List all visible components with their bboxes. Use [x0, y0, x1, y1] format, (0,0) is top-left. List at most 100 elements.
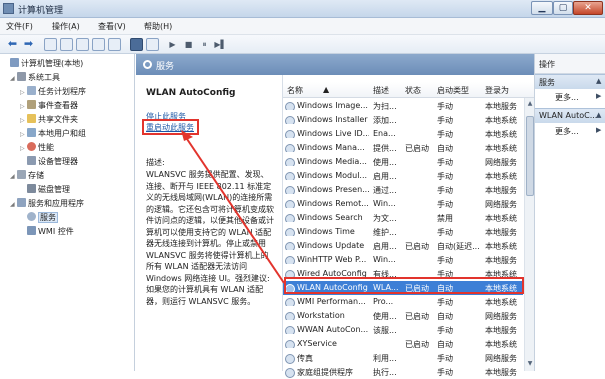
service-desc-cell: 通过...	[373, 186, 397, 195]
service-desc-cell: Pro...	[373, 297, 394, 306]
service-startup-cell: 手动	[437, 200, 453, 209]
tree-item-performance[interactable]: ▷ 性能	[20, 142, 54, 155]
gear-icon	[143, 60, 152, 69]
column-header-startup-type[interactable]: 启动类型	[437, 85, 469, 96]
tree-item-label: 服务和应用程序	[28, 199, 84, 208]
table-row[interactable]: 家庭组提供程序 执行... 手动 本地服务	[283, 365, 523, 379]
table-row[interactable]: Windows Presen... 通过... 手动 本地服务	[283, 183, 523, 197]
actions-group-wlan[interactable]: WLAN AutoC... ▲	[535, 108, 605, 123]
tree-item-disk-management[interactable]: 磁盘管理	[20, 184, 70, 197]
service-startup-cell: 手动	[437, 228, 453, 237]
tree-item-services-and-apps[interactable]: ◢ 服务和应用程序	[10, 198, 84, 211]
table-row[interactable]: Windows Modul... 启用... 手动 本地系统	[283, 169, 523, 183]
tree-item-event-viewer[interactable]: ▷ 事件查看器	[20, 100, 78, 113]
column-header-logon-as[interactable]: 登录为	[485, 85, 509, 96]
tree-expander[interactable]: ▷	[20, 103, 27, 110]
table-row[interactable]: Windows Live ID... Ena... 手动 本地系统	[283, 127, 523, 141]
table-row[interactable]: WWAN AutoCon... 该服... 手动 本地服务	[283, 323, 523, 337]
table-row[interactable]: 传真 利用... 手动 网络服务	[283, 351, 523, 365]
service-name-cell: Windows Image...	[285, 101, 369, 110]
table-row[interactable]: Windows Installer 添加... 手动 本地系统	[283, 113, 523, 127]
tree-expander[interactable]: ▷	[20, 145, 27, 152]
refresh-icon[interactable]	[92, 38, 105, 51]
table-row[interactable]: Windows Time 维护... 手动 本地服务	[283, 225, 523, 239]
show-tree-icon[interactable]	[60, 38, 73, 51]
collapse-icon[interactable]: ▲	[596, 111, 601, 119]
export-list-icon[interactable]	[108, 38, 121, 51]
service-status-cell: 已启动	[405, 242, 429, 251]
table-row[interactable]: Windows Mana... 提供... 已启动 自动 本地系统	[283, 141, 523, 155]
close-button[interactable]: ✕	[573, 1, 603, 15]
service-desc-cell: 维护...	[373, 228, 397, 237]
more-actions-link[interactable]: 更多...	[555, 92, 579, 103]
scroll-up-icon[interactable]: ▲	[526, 100, 534, 108]
service-logon-cell: 本地服务	[485, 256, 517, 265]
tree-expander[interactable]: ▷	[20, 117, 27, 124]
scroll-down-icon[interactable]: ▼	[526, 360, 534, 368]
table-row[interactable]: Windows Remot... Win... 手动 网络服务	[283, 197, 523, 211]
minimize-button[interactable]: ▁	[531, 1, 553, 15]
column-header-status[interactable]: 状态	[405, 85, 421, 96]
table-row[interactable]: XYService 已启动 自动 本地系统	[283, 337, 523, 351]
help-icon[interactable]	[130, 38, 143, 51]
tree-expander[interactable]: ◢	[10, 201, 17, 208]
restart-service-icon[interactable]: ▶▌	[214, 38, 227, 51]
tree-item-label: 服务	[38, 212, 58, 223]
tree-item-label: 事件查看器	[38, 101, 78, 110]
tree-item-storage[interactable]: ◢ 存储	[10, 170, 44, 183]
computer-management-icon	[3, 3, 14, 14]
tree-item-shared-folders[interactable]: ▷ 共享文件夹	[20, 114, 78, 127]
service-description: WLANSVC 服务提供配置、发现、连接、断开与 IEEE 802.11 标准定…	[146, 170, 274, 306]
menu-help[interactable]: 帮助(H)	[144, 21, 172, 32]
service-desc-cell: 执行...	[373, 368, 397, 377]
tree-item-local-users[interactable]: ▷ 本地用户和组	[20, 128, 86, 141]
table-row[interactable]: WMI Performan... Pro... 手动 本地系统	[283, 295, 523, 309]
table-row[interactable]: Windows Media... 使用... 手动 网络服务	[283, 155, 523, 169]
services-header: 服务	[136, 54, 534, 75]
tree-expander[interactable]: ▷	[20, 89, 27, 96]
tree-item-task-scheduler[interactable]: ▷ 任务计划程序	[20, 86, 86, 99]
up-folder-icon[interactable]	[44, 38, 57, 51]
table-row[interactable]: WinHTTP Web P... Win... 手动 本地服务	[283, 253, 523, 267]
start-service-icon[interactable]: ▶	[166, 38, 179, 51]
table-row[interactable]: Windows Update 启用... 已启动 自动(延迟... 本地系统	[283, 239, 523, 253]
forward-arrow-icon[interactable]: ➡	[22, 38, 35, 51]
tree-item-services[interactable]: 服务	[20, 212, 58, 225]
table-row[interactable]: Workstation 使用... 已启动 自动 网络服务	[283, 309, 523, 323]
tree-expander[interactable]: ◢	[10, 173, 17, 180]
service-status-cell: 已启动	[405, 340, 429, 349]
action-pane-icon[interactable]	[146, 38, 159, 51]
column-header-name[interactable]: 名称	[287, 85, 303, 96]
stop-service-icon[interactable]: ■	[182, 38, 195, 51]
table-row[interactable]: Windows Search 为文... 禁用 本地系统	[283, 211, 523, 225]
tree-item-label: 性能	[38, 143, 54, 152]
tree-expander[interactable]: ◢	[10, 75, 17, 82]
service-desc-cell: 提供...	[373, 144, 397, 153]
table-row[interactable]: Windows Image... 为扫... 手动 本地服务	[283, 99, 523, 113]
storage-icon	[17, 170, 26, 179]
service-startup-cell: 禁用	[437, 214, 453, 223]
properties-icon[interactable]	[76, 38, 89, 51]
tree-item-computer-management[interactable]: 计算机管理(本地)	[3, 58, 83, 71]
service-logon-cell: 网络服务	[485, 158, 517, 167]
column-header-description[interactable]: 描述	[373, 85, 389, 96]
tree-item-device-manager[interactable]: 设备管理器	[20, 156, 78, 169]
back-arrow-icon[interactable]: ⬅	[6, 38, 19, 51]
menu-action[interactable]: 操作(A)	[52, 21, 80, 32]
scroll-thumb[interactable]	[526, 116, 534, 196]
folder-icon	[27, 114, 36, 123]
tree-item-wmi-control[interactable]: WMI 控件	[20, 226, 74, 239]
menu-file[interactable]: 文件(F)	[6, 21, 33, 32]
collapse-icon[interactable]: ▲	[596, 77, 601, 85]
tree-expander[interactable]: ▷	[20, 131, 27, 138]
maximize-button[interactable]: ▢	[553, 1, 573, 15]
restart-link-highlight	[142, 119, 199, 135]
more-actions-link[interactable]: 更多...	[555, 126, 579, 137]
tree-item-system-tools[interactable]: ◢ 系统工具	[10, 72, 60, 85]
actions-group-services[interactable]: 服务 ▲	[535, 74, 605, 89]
menu-view[interactable]: 查看(V)	[98, 21, 126, 32]
pause-service-icon[interactable]: ⏸	[198, 38, 211, 51]
service-desc-cell: 为扫...	[373, 102, 397, 111]
services-apps-icon	[17, 198, 26, 207]
service-logon-cell: 本地服务	[485, 102, 517, 111]
